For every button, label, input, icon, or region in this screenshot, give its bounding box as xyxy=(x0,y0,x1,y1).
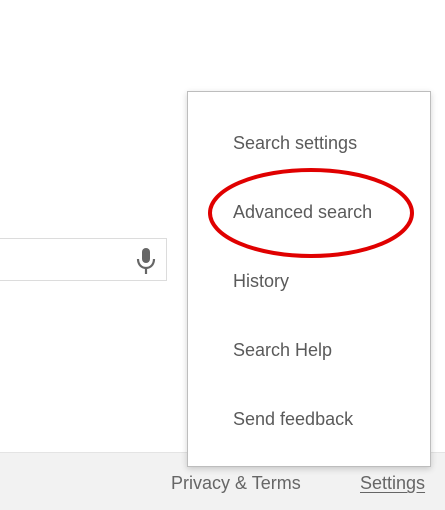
menu-item-search-help[interactable]: Search Help xyxy=(233,340,332,361)
microphone-icon[interactable] xyxy=(134,247,158,275)
privacy-terms-link[interactable]: Privacy & Terms xyxy=(171,473,301,494)
page: Privacy & Terms Settings Search settings… xyxy=(0,0,445,510)
menu-item-search-settings[interactable]: Search settings xyxy=(233,133,357,154)
menu-item-history[interactable]: History xyxy=(233,271,289,292)
menu-item-send-feedback[interactable]: Send feedback xyxy=(233,409,353,430)
settings-link[interactable]: Settings xyxy=(360,473,425,494)
settings-dropdown-menu: Search settings Advanced search History … xyxy=(187,91,431,467)
menu-item-advanced-search[interactable]: Advanced search xyxy=(233,202,372,223)
